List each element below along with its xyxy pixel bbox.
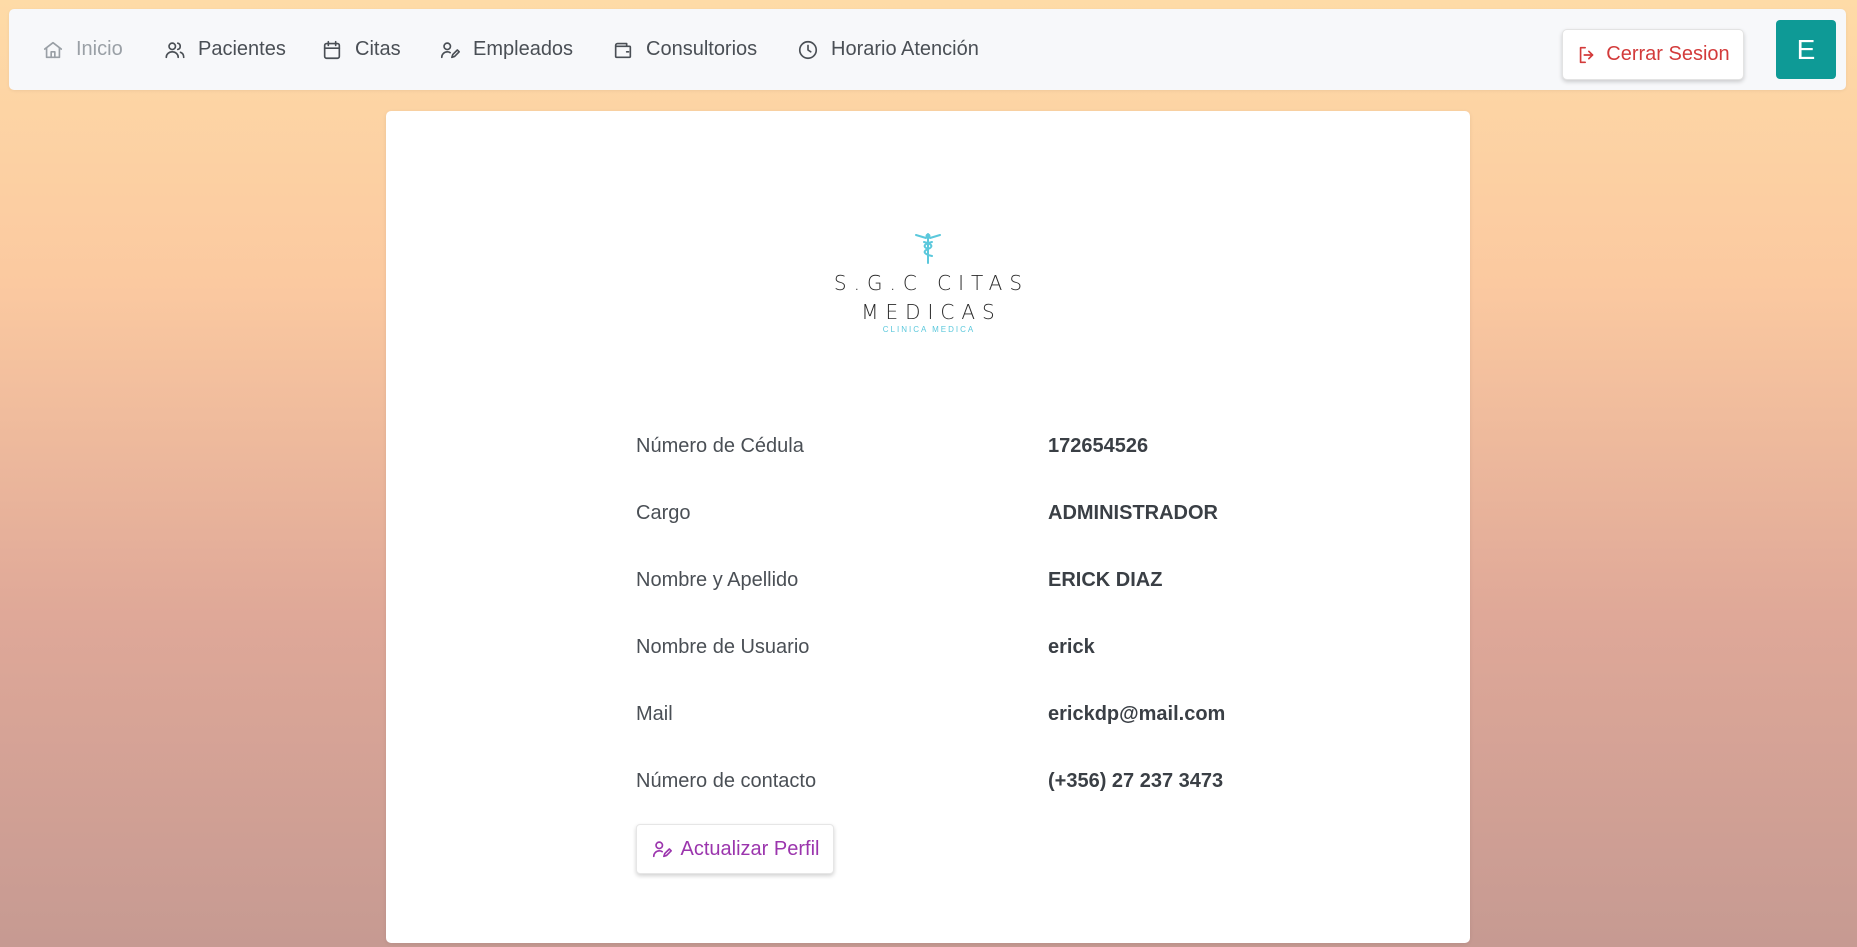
nav-item-label: Consultorios [646, 38, 758, 60]
update-profile-button[interactable]: Actualizar Perfil [636, 824, 834, 874]
field-label: Nombre y Apellido [636, 569, 799, 591]
nav-item-inicio[interactable]: Inicio [42, 9, 123, 90]
profile-row-cedula: Número de Cédula 172654526 [636, 411, 1336, 478]
field-label: Nombre de Usuario [636, 636, 810, 658]
home-icon [43, 41, 63, 58]
profile-row-nombre: Nombre y Apellido ERICK DIAZ [636, 545, 1336, 612]
logout-label: Cerrar Sesion [1606, 43, 1730, 65]
nav-item-pacientes[interactable]: Pacientes [164, 9, 286, 90]
caduceus-icon [915, 233, 941, 264]
user-edit-icon [652, 841, 672, 858]
calendar-icon [323, 40, 341, 59]
field-value: 172654526 [1048, 435, 1149, 457]
logo-subtitle: CLINICA MEDICA [882, 325, 976, 334]
profile-row-contacto: Número de contacto (+356) 27 237 3473 [636, 746, 1336, 813]
field-label: Número de Cédula [636, 435, 804, 457]
field-value: erick [1048, 636, 1095, 658]
field-value: ADMINISTRADOR [1048, 502, 1218, 524]
nav-item-label: Inicio [76, 38, 123, 60]
avatar[interactable]: E [1776, 20, 1836, 79]
field-value: ERICK DIAZ [1048, 569, 1163, 591]
profile-row-usuario: Nombre de Usuario erick [636, 612, 1336, 679]
nav-item-label: Horario Atención [831, 38, 979, 60]
wallet-icon [614, 42, 632, 58]
profile-card: S.G.C CITAS MEDICAS CLINICA MEDICA Númer… [386, 111, 1470, 943]
user-edit-icon [440, 41, 460, 58]
top-navbar: Inicio Pacientes Citas Empleados Consult… [9, 9, 1846, 90]
nav-item-horario-atencion[interactable]: Horario Atención [797, 9, 979, 90]
field-label: Mail [636, 703, 673, 725]
logout-button[interactable]: Cerrar Sesion [1562, 29, 1744, 80]
clinic-logo: S.G.C CITAS MEDICAS CLINICA MEDICA [386, 231, 1470, 334]
field-value: (+356) 27 237 3473 [1048, 770, 1224, 792]
nav-item-empleados[interactable]: Empleados [439, 9, 573, 90]
nav-item-consultorios[interactable]: Consultorios [612, 9, 757, 90]
profile-row-mail: Mail erickdp@mail.com [636, 679, 1336, 746]
logout-icon [1580, 46, 1594, 63]
nav-item-citas[interactable]: Citas [321, 9, 401, 90]
logo-title-line1: S.G.C CITAS [833, 271, 1030, 295]
users-icon [165, 41, 185, 58]
clock-icon [798, 40, 818, 59]
update-profile-label: Actualizar Perfil [680, 837, 820, 860]
nav-item-label: Empleados [473, 38, 574, 60]
nav-item-label: Citas [355, 38, 401, 60]
nav-item-label: Pacientes [198, 38, 286, 60]
logo-title-line2: MEDICAS [861, 300, 1002, 324]
field-label: Cargo [636, 502, 691, 524]
profile-row-cargo: Cargo ADMINISTRADOR [636, 478, 1336, 545]
profile-details: Número de Cédula 172654526 Cargo ADMINIS… [636, 411, 1336, 813]
field-value: erickdp@mail.com [1048, 703, 1226, 725]
field-label: Número de contacto [636, 770, 817, 792]
